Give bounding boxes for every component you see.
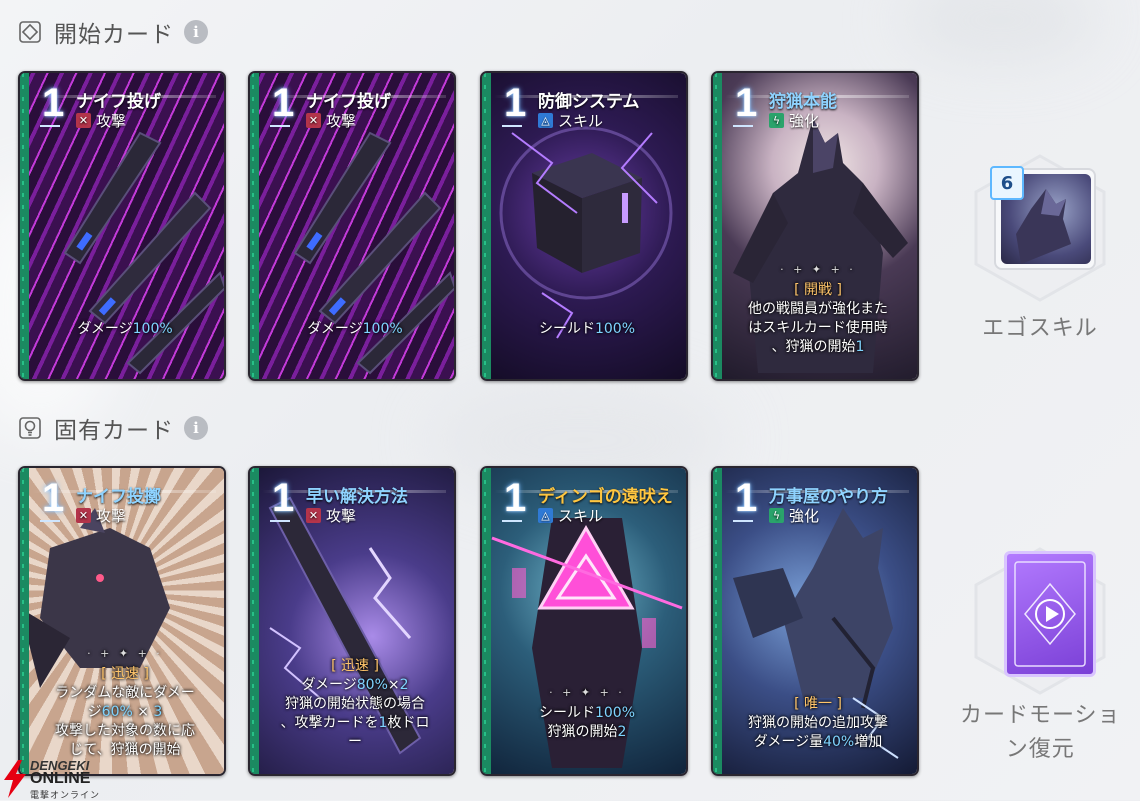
card-type: ◬ スキル — [538, 505, 603, 526]
card-name: 狩猟本能 — [769, 92, 837, 112]
attack-icon: ✕ — [76, 113, 91, 128]
ego-skill-frame: 6 — [964, 152, 1116, 304]
card-name: 早い解決方法 — [306, 487, 408, 507]
card-type: ϟ 強化 — [769, 505, 819, 526]
card-cost: 1 — [504, 81, 527, 125]
card-name: ナイフ投げ — [306, 92, 391, 112]
ego-skill-slot[interactable]: 6 エゴスキル — [964, 152, 1116, 346]
card-knife-throw-2[interactable]: 1 ナイフ投げ ✕ 攻撃 ダメージ100% — [248, 71, 456, 381]
card-knife-throw-1[interactable]: 1 ナイフ投げ ✕ 攻撃 ダメージ100% — [18, 71, 226, 381]
lightning-icon: ϟ — [769, 113, 784, 128]
ego-skill-cost-badge: 6 — [990, 166, 1024, 200]
card-cost: 1 — [735, 81, 758, 125]
card-name: ナイフ投げ — [76, 92, 161, 112]
card-cost: 1 — [504, 476, 527, 520]
card-description: ダメージ100% — [77, 321, 173, 337]
card-name: ディンゴの遠吠え — [538, 487, 673, 507]
card-cost: 1 — [42, 476, 65, 520]
card-description: · + ✦ + · [ 開戦 ] 他の戦闘員が強化また はスキルカード使用時 、… — [723, 260, 913, 357]
card-cost: 1 — [272, 476, 295, 520]
card-hunting-instinct[interactable]: 1 狩猟本能 ϟ 強化 · + ✦ + · [ 開戦 ] 他の戦闘員が強化また は… — [711, 71, 919, 381]
card-type: ✕ 攻撃 — [306, 110, 356, 131]
lightbulb-icon — [18, 416, 42, 440]
card-defense-system[interactable]: 1 防御システム ◬ スキル シールド100% — [480, 71, 688, 381]
skill-icon: ◬ — [538, 113, 553, 128]
attack-icon: ✕ — [306, 508, 321, 523]
card-description: [ 迅速 ] ダメージ80%×2 狩猟の開始状態の場合 、攻撃カードを1枚ドロ … — [280, 658, 430, 750]
card-type: ✕ 攻撃 — [76, 505, 126, 526]
ego-skill-label: エゴスキル — [982, 316, 1098, 341]
card-description: · + ✦ + · [ 迅速 ] ランダムな敵にダメー ジ60% × 3 攻撃し… — [30, 644, 220, 760]
card-description: [ 唯一 ] 狩猟の開始の追加攻撃 ダメージ量40%増加 — [748, 696, 888, 750]
card-motion-label: カードモーショ ン復元 — [960, 703, 1121, 762]
card-type: ✕ 攻撃 — [306, 505, 356, 526]
card-type: ◬ スキル — [538, 110, 603, 131]
skill-icon: ◬ — [538, 508, 553, 523]
starting-cards-header: 開始カード i — [18, 17, 208, 48]
deck-icon — [18, 20, 42, 44]
attack-icon: ✕ — [306, 113, 321, 128]
unique-cards-title: 固有カード — [54, 418, 174, 444]
card-name: 万事屋のやり方 — [769, 487, 888, 507]
dengeki-online-watermark: DENGEKI ONLINE 電撃オンライン — [0, 758, 130, 801]
attack-icon: ✕ — [76, 508, 91, 523]
card-name: ナイフ投擲 — [76, 487, 161, 507]
starting-cards-title: 開始カード — [54, 22, 174, 48]
card-back-icon — [1004, 551, 1097, 677]
card-type: ϟ 強化 — [769, 110, 819, 131]
unique-cards-header: 固有カード i — [18, 413, 208, 444]
card-knife-barrage[interactable]: 1 ナイフ投擲 ✕ 攻撃 · + ✦ + · [ 迅速 ] ランダムな敵にダメー … — [18, 466, 226, 776]
card-name: 防御システム — [538, 92, 640, 112]
info-icon[interactable]: i — [184, 416, 208, 440]
card-cost: 1 — [735, 476, 758, 520]
card-description: ダメージ100% — [307, 321, 403, 337]
card-quick-solution[interactable]: 1 早い解決方法 ✕ 攻撃 [ 迅速 ] ダメージ80%×2 狩猟の開始状態の場合… — [248, 466, 456, 776]
card-motion-frame — [964, 545, 1116, 697]
card-cost: 1 — [42, 81, 65, 125]
lightning-icon: ϟ — [769, 508, 784, 523]
sparkle-divider: · + ✦ + · — [549, 686, 625, 699]
sparkle-divider: · + ✦ + · — [87, 647, 163, 660]
card-type: ✕ 攻撃 — [76, 110, 126, 131]
card-dingo-howl[interactable]: 1 ディンゴの遠吠え ◬ スキル · + ✦ + · シールド100% 狩猟の開始… — [480, 466, 688, 776]
card-motion-restore-slot[interactable]: カードモーショ ン復元 — [960, 545, 1121, 767]
card-handyman-way[interactable]: 1 万事屋のやり方 ϟ 強化 [ 唯一 ] 狩猟の開始の追加攻撃 ダメージ量40%… — [711, 466, 919, 776]
card-description: · + ✦ + · シールド100% 狩猟の開始2 — [492, 683, 682, 742]
info-icon[interactable]: i — [184, 20, 208, 44]
card-description: シールド100% — [538, 321, 636, 337]
card-cost: 1 — [272, 81, 295, 125]
sparkle-divider: · + ✦ + · — [780, 263, 856, 276]
